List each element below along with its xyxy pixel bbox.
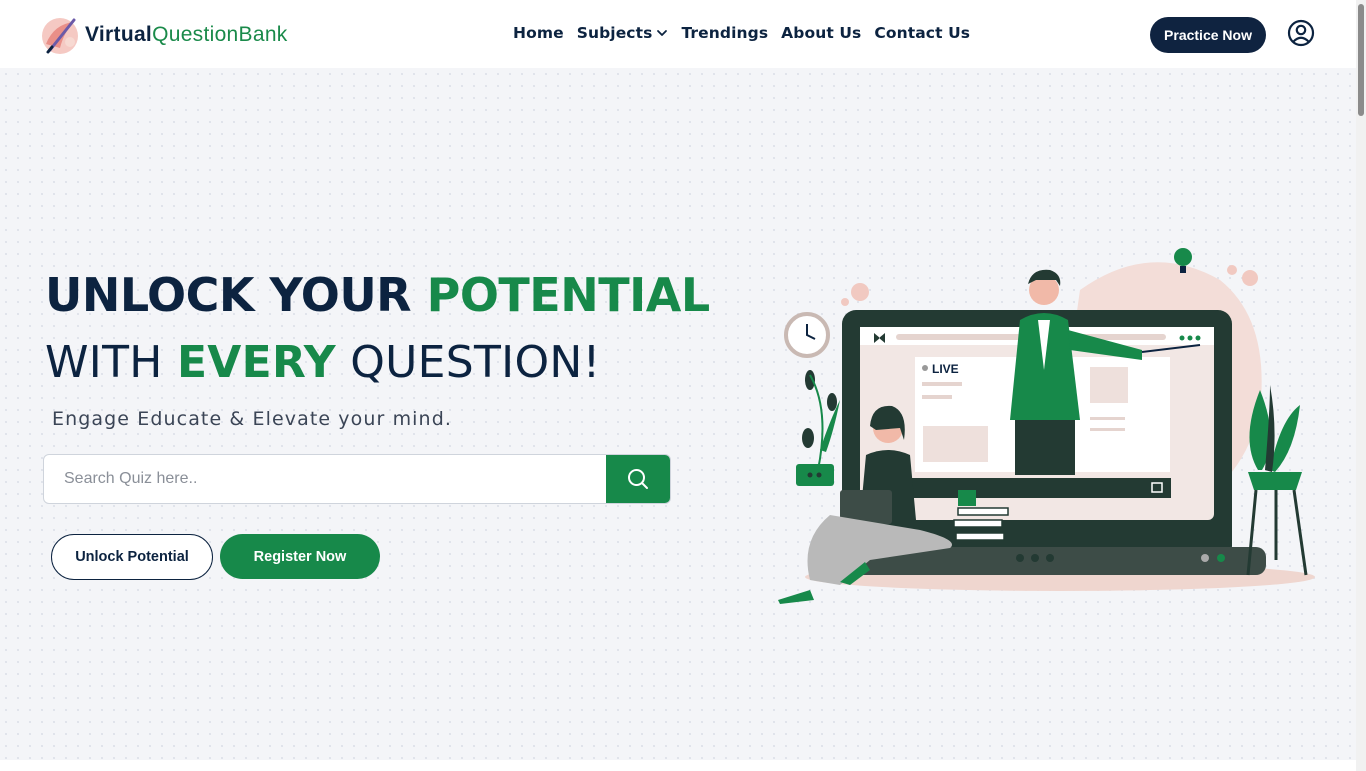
nav-home-label: Home [513,24,564,42]
logo-text-questionbank: QuestionBank [152,23,288,46]
hero-illustration: LIVE [778,248,1315,604]
logo[interactable]: VirtualQuestionBank [40,14,288,56]
nav-subjects-label: Subjects [576,24,653,42]
page-bottom-strip [0,760,1356,771]
logo-icon [42,18,78,54]
search-button[interactable] [606,455,670,503]
nav-contact-us[interactable]: Contact Us [874,24,970,42]
headline1-part-b: POTENTIAL [426,268,711,322]
headline2-part-b: EVERY [176,337,336,388]
live-label: LIVE [932,362,959,376]
nav-home[interactable]: Home [513,24,564,42]
nav-about-label: About Us [781,24,862,42]
nav-about-us[interactable]: About Us [781,24,861,42]
search-input[interactable] [44,455,606,503]
hero-headline-line1: UNLOCK YOUR POTENTIAL [45,268,710,322]
site-header: VirtualQuestionBank Home Subjects Trendi… [0,0,1356,68]
unlock-potential-button[interactable]: Unlock Potential [51,534,213,580]
scrollbar-thumb[interactable] [1358,4,1364,116]
hero-headline-line2: WITH EVERY QUESTION! [45,337,601,388]
nav-subjects[interactable]: Subjects [577,24,669,42]
headline2-part-c: QUESTION! [335,337,601,388]
register-now-button[interactable]: Register Now [220,534,380,579]
nav-contact-label: Contact Us [874,24,971,42]
main-nav: Home Subjects Trendings About Us Contact… [513,24,983,42]
headline1-part-a: UNLOCK YOUR [45,268,427,322]
practice-now-button[interactable]: Practice Now [1150,17,1266,53]
chevron-down-icon [657,30,668,36]
search-icon [628,469,648,489]
user-circle-icon[interactable] [1287,19,1315,47]
quiz-search-bar [43,454,671,504]
logo-text-virtual: Virtual [85,23,153,46]
headline2-part-a: WITH [45,337,177,388]
nav-trendings-label: Trendings [681,24,769,42]
nav-trendings[interactable]: Trendings [681,24,768,42]
hero-tagline: Engage Educate & Elevate your mind. [52,408,453,430]
